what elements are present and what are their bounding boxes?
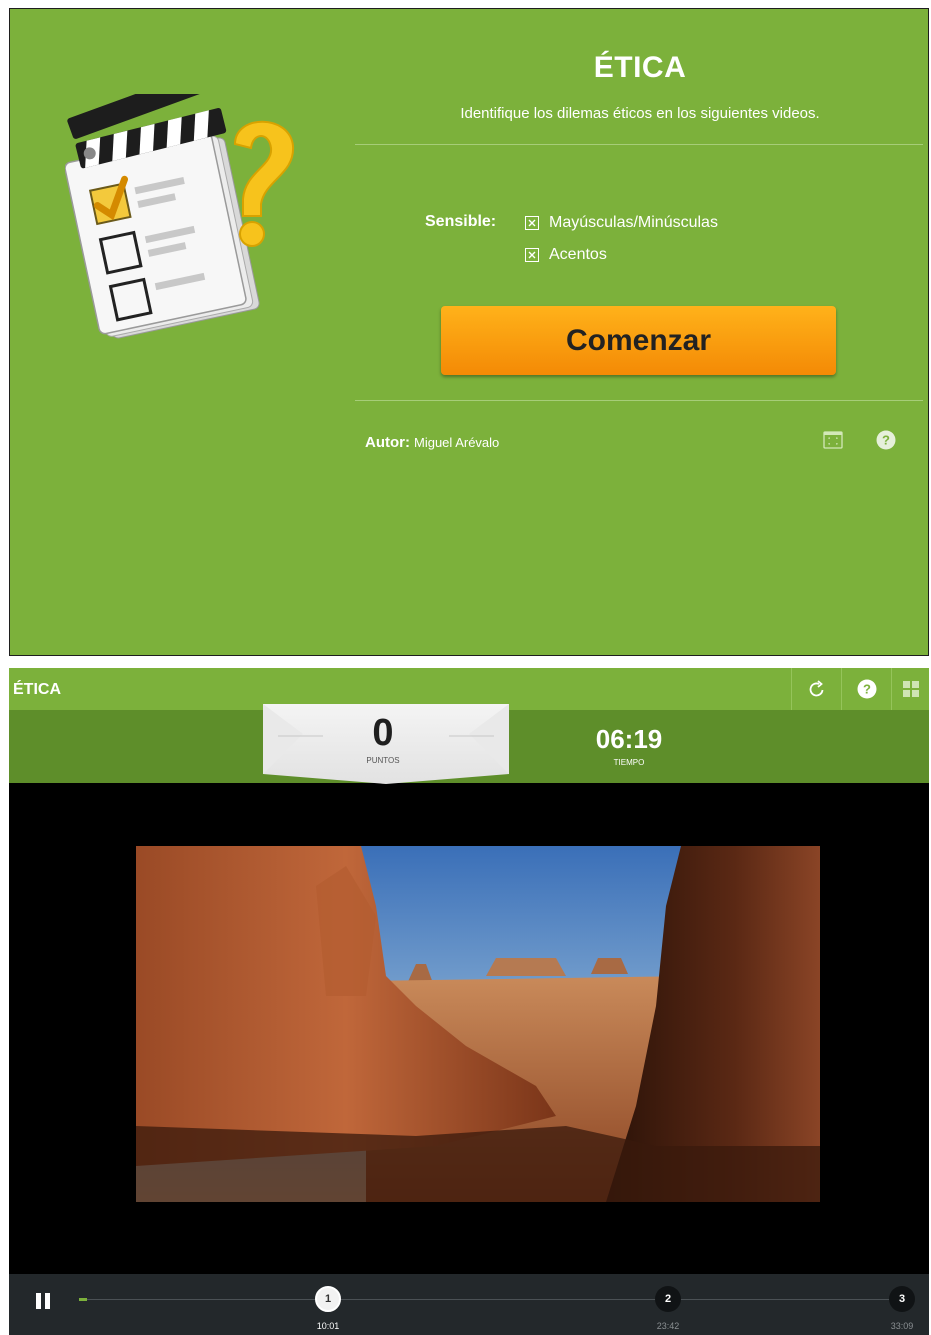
option-case-sensitive[interactable]: Mayúsculas/Minúsculas (525, 214, 718, 232)
start-button[interactable]: Comenzar (441, 306, 836, 375)
svg-text:?: ? (863, 682, 871, 697)
progress-fill (79, 1298, 87, 1301)
player-controls: 1 10:01 2 23:42 3 33:09 (9, 1274, 929, 1335)
video-player[interactable] (136, 846, 820, 1202)
question-marker-3[interactable]: 3 (889, 1286, 915, 1312)
marker-time-2: 23:42 (656, 1321, 680, 1331)
restart-button[interactable] (791, 668, 841, 710)
intro-panel: ÉTICA Identifique los dilemas éticos en … (9, 8, 929, 656)
quiz-clapperboard-illustration (65, 94, 295, 339)
timer-value: 06:19 (595, 724, 663, 754)
option-accents[interactable]: Acentos (525, 246, 607, 264)
divider (355, 400, 923, 401)
option-label: Mayúsculas/Minúsculas (549, 214, 718, 231)
help-button[interactable]: ? (841, 668, 891, 710)
timer-label: TIEMPO (613, 758, 645, 767)
checkbox-checked-icon[interactable] (525, 248, 539, 262)
help-icon: ? (857, 679, 876, 699)
author-name: Miguel Arévalo (414, 435, 500, 450)
option-label: Acentos (549, 246, 607, 263)
grid-icon (903, 681, 919, 697)
restart-icon (809, 680, 823, 697)
question-marker-2[interactable]: 2 (655, 1286, 681, 1312)
marker-number: 3 (898, 1293, 906, 1305)
marker-number: 2 (664, 1293, 672, 1305)
progress-track[interactable] (79, 1299, 904, 1300)
author-line: Autor: Miguel Arévalo (365, 434, 499, 451)
menu-button[interactable] (891, 668, 929, 710)
marker-time-3: 33:09 (890, 1321, 914, 1331)
quiz-title: ÉTICA (593, 51, 687, 84)
game-title: ÉTICA (13, 681, 61, 698)
svg-text:?: ? (882, 433, 890, 448)
divider (355, 144, 923, 145)
author-label: Autor: (365, 434, 410, 451)
game-panel: ÉTICA ? 0 PUNTOS 06:19 TIEMPO 1 10:01 2 … (9, 668, 929, 1335)
timer: 06:19 TIEMPO (569, 724, 689, 767)
fullscreen-icon[interactable] (823, 431, 843, 449)
score-label: PUNTOS (366, 756, 400, 765)
marker-time-1: 10:01 (316, 1321, 340, 1331)
checkbox-checked-icon[interactable] (525, 216, 539, 230)
score-card: 0 PUNTOS (263, 704, 509, 784)
pause-button[interactable] (36, 1293, 52, 1313)
help-icon[interactable]: ? (876, 430, 896, 450)
question-marker-1[interactable]: 1 (315, 1286, 341, 1312)
quiz-subtitle: Identifique los dilemas éticos en los si… (460, 105, 820, 122)
marker-number: 1 (324, 1293, 332, 1305)
score-value: 0 (372, 712, 394, 754)
sensitivity-label: Sensible: (425, 213, 497, 230)
